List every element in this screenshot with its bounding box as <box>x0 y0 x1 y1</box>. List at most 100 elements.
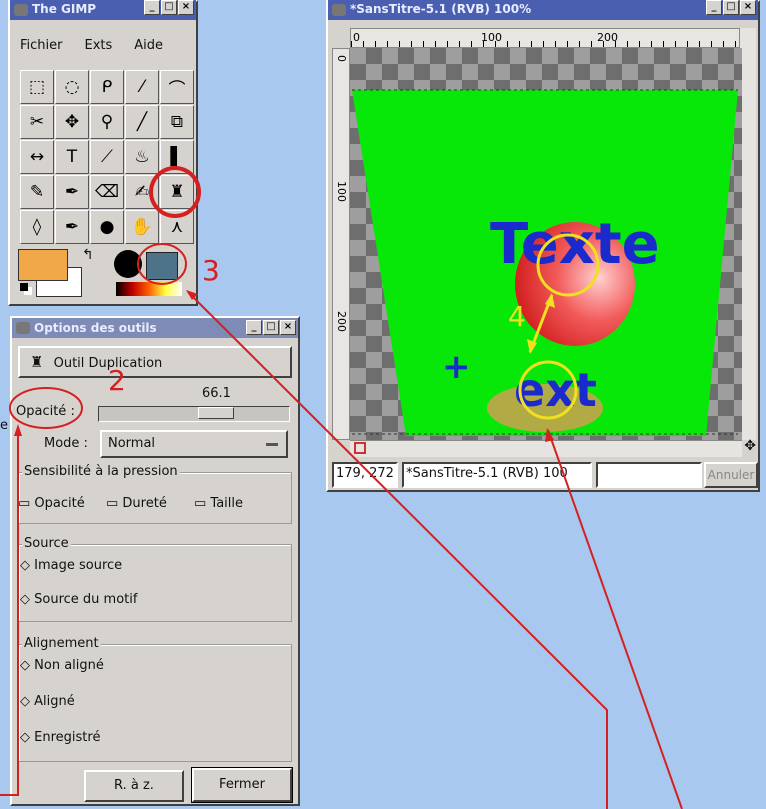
opacity-slider-handle[interactable] <box>198 407 235 419</box>
toolbox-menubar: Fichier Exts Aide <box>14 30 192 60</box>
foreground-color-swatch[interactable] <box>18 249 68 281</box>
vruler-mark-100: 100 <box>335 181 348 202</box>
radio-diamond-icon: ◇ <box>20 558 35 573</box>
vruler-mark-200: 200 <box>335 311 348 332</box>
horizontal-scrollbar[interactable] <box>350 440 742 457</box>
pencil-icon[interactable]: ✎ <box>20 175 54 209</box>
texte-text: Texte <box>490 212 660 277</box>
toolbox-titlebar[interactable]: The GIMP _ □ × <box>10 0 196 20</box>
horizontal-ruler: 0 100 200 <box>350 28 742 48</box>
close-button[interactable]: × <box>280 320 296 335</box>
quickmask-toggle[interactable] <box>354 442 366 454</box>
checkbox-icon: ▭ <box>106 496 123 511</box>
source-title: Source <box>22 536 71 551</box>
checkbox-icon: ▭ <box>194 496 211 511</box>
checkbox-icon: ▭ <box>18 496 35 511</box>
brush-indicator[interactable] <box>114 250 142 278</box>
magnify-icon[interactable]: ⚲ <box>90 105 124 139</box>
pressure-option-0[interactable]: ▭ Opacité <box>18 496 85 511</box>
color-area: ↰ <box>18 247 102 299</box>
pressure-title: Sensibilité à la pression <box>22 464 180 479</box>
text-icon[interactable]: T <box>55 140 89 174</box>
minimize-button[interactable]: _ <box>144 0 160 15</box>
menu-aide[interactable]: Aide <box>134 38 163 53</box>
opacity-value: 66.1 <box>202 386 231 401</box>
pressure-label-0: Opacité <box>34 496 85 511</box>
dodge-burn-icon[interactable]: ● <box>90 210 124 244</box>
annotation-3: 3 <box>202 254 220 287</box>
close-dialog-button[interactable]: Fermer <box>191 767 293 803</box>
bucket-fill-icon[interactable]: ♨ <box>125 140 159 174</box>
measure-icon[interactable]: ⋏ <box>160 210 194 244</box>
swap-colors-icon[interactable]: ↰ <box>82 247 94 263</box>
source-label-0: Image source <box>34 558 123 573</box>
cursor-coordinates: 179, 272 <box>332 462 398 488</box>
minimize-button[interactable]: _ <box>246 320 262 335</box>
bezier-path-icon[interactable]: ⌒ <box>160 70 194 104</box>
align-label-2: Enregistré <box>34 730 101 745</box>
lasso-icon[interactable]: ᑭ <box>90 70 124 104</box>
pressure-option-1[interactable]: ▭ Dureté <box>106 496 167 511</box>
annotation-2: 2 <box>108 364 126 397</box>
reset-button[interactable]: R. à z. <box>84 770 184 802</box>
pattern-indicator[interactable] <box>146 252 178 280</box>
maximize-button[interactable]: □ <box>723 0 739 15</box>
menu-exts[interactable]: Exts <box>85 38 113 53</box>
magic-wand-icon[interactable]: ⁄ <box>125 70 159 104</box>
source-option-0[interactable]: ◇ Image source <box>20 558 122 573</box>
move-icon[interactable]: ✥ <box>55 105 89 139</box>
align-option-1[interactable]: ◇ Aligné <box>20 694 75 709</box>
close-button[interactable]: × <box>178 0 194 15</box>
mode-value: Normal <box>108 436 156 451</box>
vertical-ruler: 0 100 200 <box>332 48 350 440</box>
maximize-button[interactable]: □ <box>161 0 177 15</box>
image-titlebar[interactable]: *SansTitre-5.1 (RVB) 100% _ □ × <box>328 0 758 20</box>
brush-icon[interactable]: ✒ <box>55 175 89 209</box>
align-option-0[interactable]: ◇ Non aligné <box>20 658 104 673</box>
navigate-icon[interactable]: ✥ <box>744 438 756 454</box>
opacity-slider[interactable] <box>98 406 290 422</box>
options-title: Options des outils <box>34 321 157 335</box>
ink-icon[interactable]: ✒ <box>55 210 89 244</box>
cancel-button[interactable]: Annuler <box>704 462 758 488</box>
gimp-logo-icon <box>16 322 30 334</box>
transform-icon[interactable]: ⧉ <box>160 105 194 139</box>
source-group <box>18 544 292 622</box>
image-canvas[interactable]: Texte ext + <box>350 48 742 440</box>
scissors-icon[interactable]: ✂ <box>20 105 54 139</box>
image-status: *SansTitre-5.1 (RVB) 100 <box>402 462 592 488</box>
airbrush-icon[interactable]: ✍ <box>125 175 159 209</box>
crop-icon[interactable]: ╱ <box>125 105 159 139</box>
clone-icon: ♜ <box>30 353 44 371</box>
pressure-label-2: Taille <box>210 496 244 511</box>
dropdown-arrow-icon <box>266 443 278 446</box>
close-button[interactable]: × <box>740 0 756 15</box>
mode-dropdown[interactable]: Normal <box>100 430 288 458</box>
toolbox-window: The GIMP _ □ × Fichier Exts Aide ⬚ ◌ ᑭ ⁄ ⌒ ✂ ✥ ⚲ ╱… <box>8 0 198 306</box>
maximize-button[interactable]: □ <box>263 320 279 335</box>
smudge-icon[interactable]: ✋ <box>125 210 159 244</box>
eraser-icon[interactable]: ⌫ <box>90 175 124 209</box>
ruler-ticks <box>351 41 741 47</box>
rect-select-icon[interactable]: ⬚ <box>20 70 54 104</box>
default-colors-icon[interactable] <box>20 283 28 291</box>
flip-icon[interactable]: ↔ <box>20 140 54 174</box>
ellipse-select-icon[interactable]: ◌ <box>55 70 89 104</box>
source-label-1: Source du motif <box>34 592 138 607</box>
clone-icon[interactable]: ♜ <box>160 175 194 209</box>
color-picker-icon[interactable]: ⟋ <box>90 140 124 174</box>
align-option-2[interactable]: ◇ Enregistré <box>20 730 100 745</box>
gradient-icon[interactable]: ▌ <box>160 140 194 174</box>
pressure-option-2[interactable]: ▭ Taille <box>194 496 243 511</box>
image-title: *SansTitre-5.1 (RVB) 100% <box>350 2 532 16</box>
source-option-1[interactable]: ◇ Source du motif <box>20 592 137 607</box>
gradient-indicator[interactable] <box>116 282 182 296</box>
toolbox-title: The GIMP <box>32 2 97 16</box>
radio-diamond-icon: ◇ <box>20 730 35 745</box>
annotation-4: 4 <box>508 300 526 333</box>
blur-icon[interactable]: ◊ <box>20 210 54 244</box>
minimize-button[interactable]: _ <box>706 0 722 15</box>
options-titlebar[interactable]: Options des outils _ □ × <box>12 318 298 338</box>
radio-diamond-icon: ◇ <box>20 694 35 709</box>
menu-fichier[interactable]: Fichier <box>20 38 63 53</box>
